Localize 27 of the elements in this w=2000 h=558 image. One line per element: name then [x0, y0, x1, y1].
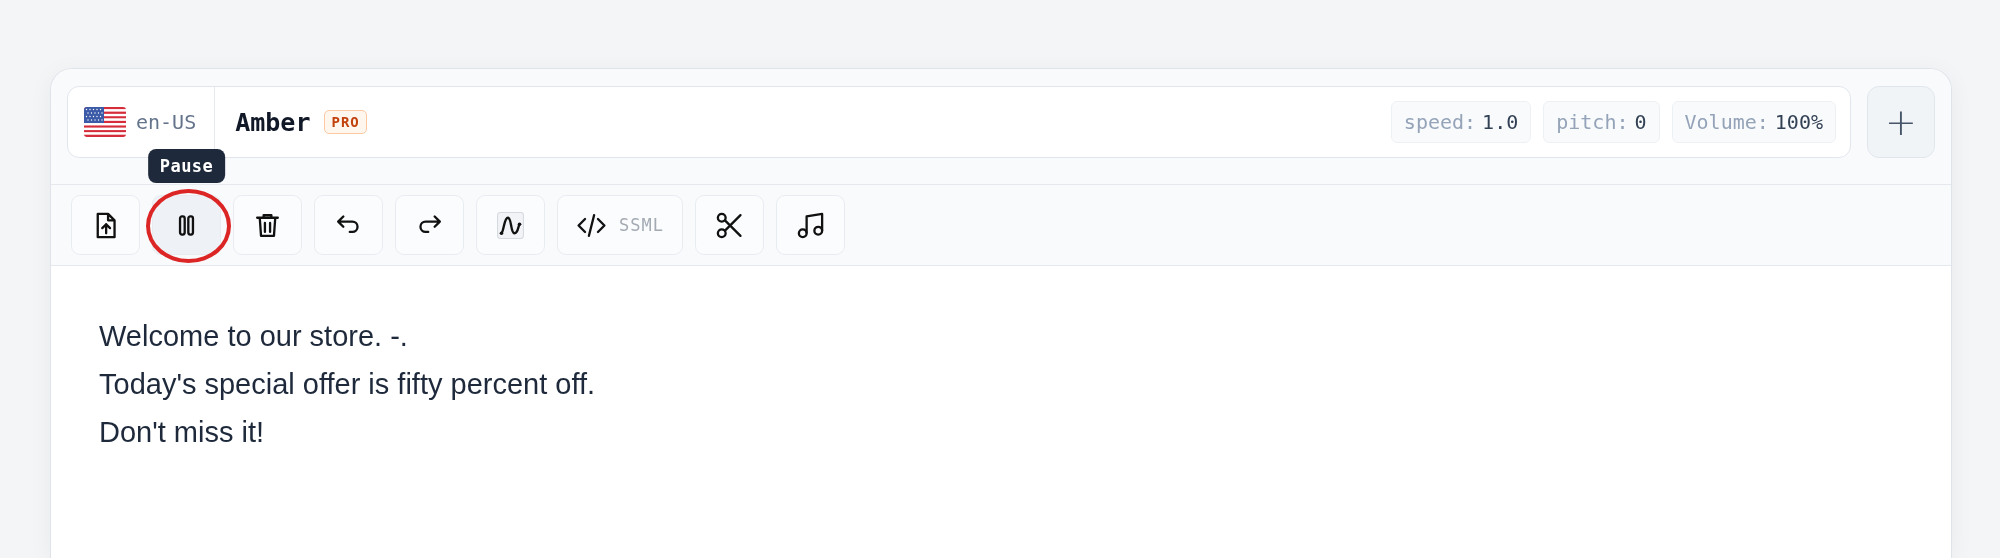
pause-tool-button[interactable] — [152, 195, 221, 255]
voice-name: Amber — [235, 107, 311, 137]
undo-tool-button[interactable] — [314, 195, 383, 255]
parameter-chip[interactable]: speed: 1.0 — [1390, 101, 1532, 143]
parameter-label: Volume: — [1684, 110, 1769, 134]
text-line: Don't miss it! — [99, 415, 265, 450]
music-tool-button[interactable] — [775, 195, 845, 255]
text-line: Today's special offer is fifty percent off. — [99, 367, 596, 402]
parameter-chip[interactable]: Volume: 100% — [1671, 101, 1836, 143]
parameter-label: pitch: — [1556, 110, 1629, 134]
curve-tool-button[interactable] — [476, 195, 545, 255]
redo-tool-button[interactable] — [395, 195, 464, 255]
parameter-label: speed: — [1403, 110, 1477, 134]
parameter-value: 100% — [1774, 110, 1823, 134]
pro-badge: PRO — [324, 110, 367, 134]
parameter-chip[interactable]: pitch: 0 — [1543, 101, 1660, 143]
flag-icon — [84, 107, 126, 137]
parameter-value: 0 — [1634, 110, 1647, 134]
parameter-value: 1.0 — [1482, 110, 1519, 134]
delete-tool-button[interactable] — [233, 195, 302, 255]
curve-icon — [495, 209, 526, 241]
add-button[interactable]: + — [1867, 86, 1935, 158]
language-code: en-US — [136, 110, 197, 134]
cut-tool-button[interactable] — [694, 195, 764, 255]
upload-tool-button[interactable] — [71, 195, 140, 255]
text-line: Welcome to our store. -. — [99, 319, 408, 354]
tooltip: Pause — [147, 149, 226, 183]
